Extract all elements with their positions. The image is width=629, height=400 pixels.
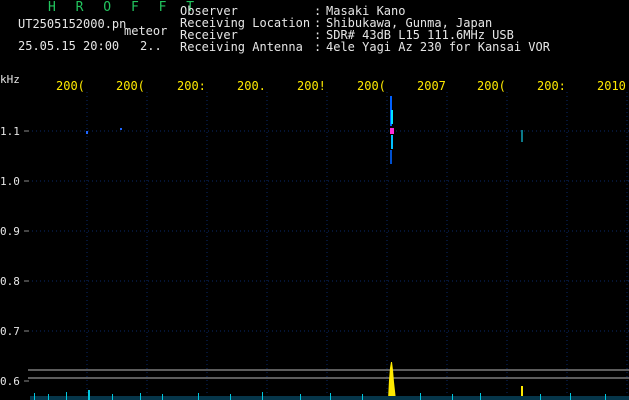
y-tick-marks	[24, 130, 29, 382]
noise-floor	[30, 390, 629, 400]
meteor-echo	[390, 96, 394, 164]
faint-echo	[521, 130, 523, 142]
vertical-grid	[86, 92, 628, 398]
carrier-spike	[388, 362, 396, 400]
horizontal-grid	[28, 130, 629, 332]
spectrogram-canvas	[24, 92, 629, 400]
